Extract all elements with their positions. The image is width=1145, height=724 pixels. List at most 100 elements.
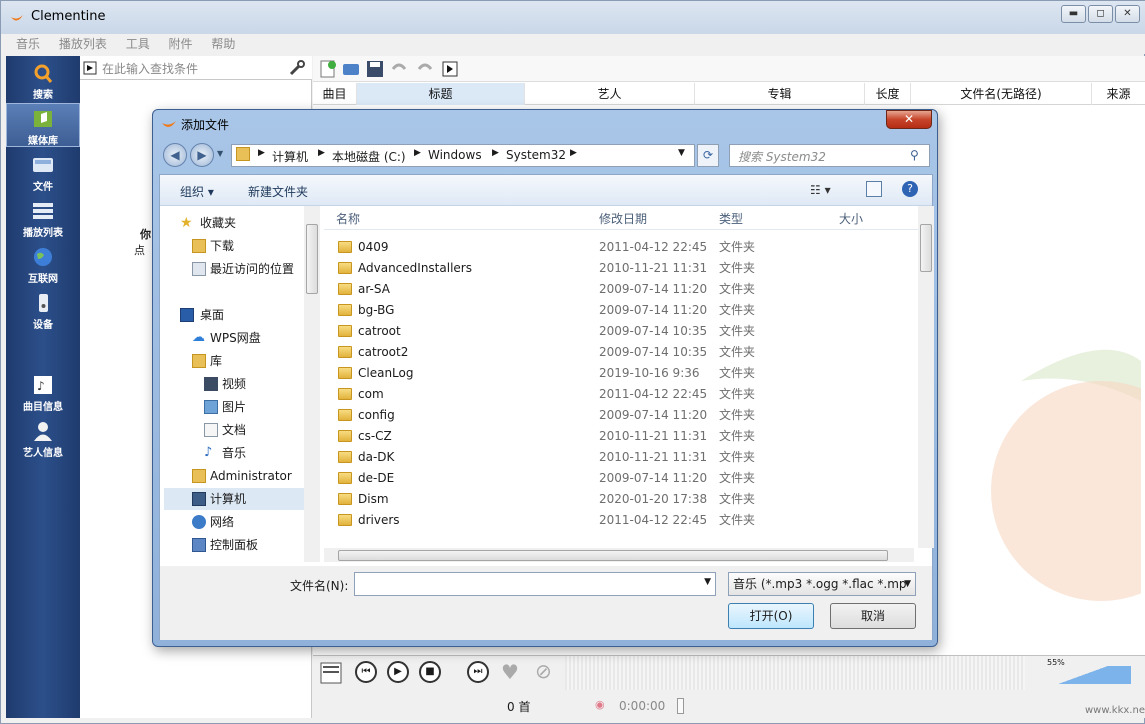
address-bar[interactable]: ▶ 计算机 ▶ 本地磁盘 (C:) ▶ Windows ▶ System32 ▶… <box>231 144 695 167</box>
sidebar-item-internet[interactable]: 互联网 <box>6 246 80 285</box>
volume-slider[interactable] <box>1035 666 1131 684</box>
file-list-scrollbar[interactable] <box>918 206 934 548</box>
file-row[interactable]: bg-BG 2009-07-14 11:20 文件夹 <box>324 300 918 321</box>
file-row[interactable]: Dism 2020-01-20 17:38 文件夹 <box>324 489 918 510</box>
love-icon[interactable]: ♥ <box>501 660 519 684</box>
sidebar-item-files[interactable]: 文件 <box>6 154 80 193</box>
stop-button[interactable]: ■ <box>419 661 441 683</box>
nav-label: 下载 <box>210 239 235 253</box>
new-playlist-icon[interactable] <box>318 59 338 79</box>
breadcrumb-system32[interactable]: System32 <box>506 148 566 162</box>
file-row[interactable]: catroot 2009-07-14 10:35 文件夹 <box>324 321 918 342</box>
sidebar-item-playlists[interactable]: 播放列表 <box>6 200 80 239</box>
column-album[interactable]: 专辑 <box>695 83 865 105</box>
clear-filter-icon[interactable] <box>441 59 461 79</box>
folder-icon <box>338 367 352 379</box>
menu-tools[interactable]: 工具 <box>126 34 150 54</box>
undo-icon[interactable] <box>389 59 409 79</box>
load-playlist-icon[interactable] <box>341 59 361 79</box>
nav-item-computer[interactable]: 计算机 <box>164 488 304 510</box>
column-type[interactable]: 类型 <box>719 210 743 227</box>
sidebar-item-devices[interactable]: 设备 <box>6 292 80 331</box>
nav-scroll-thumb[interactable] <box>306 224 318 294</box>
file-row[interactable]: catroot2 2009-07-14 10:35 文件夹 <box>324 342 918 363</box>
file-row[interactable]: drivers 2011-04-12 22:45 文件夹 <box>324 510 918 531</box>
previous-button[interactable]: ⏮ <box>355 661 377 683</box>
menu-music[interactable]: 音乐 <box>16 34 40 54</box>
breadcrumb-windows[interactable]: Windows <box>428 148 482 162</box>
recent-locations-chevron-icon[interactable]: ▼ <box>217 149 223 158</box>
help-icon[interactable]: ? <box>902 181 918 197</box>
horizontal-scroll-thumb[interactable] <box>338 550 888 561</box>
sidebar-item-search[interactable]: 搜索 <box>6 62 80 101</box>
tools-icon[interactable] <box>288 59 306 77</box>
sidebar-label: 播放列表 <box>23 228 63 239</box>
file-row[interactable]: da-DK 2010-11-21 11:31 文件夹 <box>324 447 918 468</box>
close-button[interactable]: ✕ <box>1115 5 1140 23</box>
sidebar-item-song-info[interactable]: ♪ 曲目信息 <box>6 374 80 413</box>
open-button[interactable]: 打开(O) <box>728 603 814 629</box>
column-source[interactable]: 来源 <box>1092 83 1145 105</box>
file-row[interactable]: CleanLog 2019-10-16 9:36 文件夹 <box>324 363 918 384</box>
svg-text:♪: ♪ <box>37 379 45 393</box>
file-list-scroll-thumb[interactable] <box>920 224 932 272</box>
file-row[interactable]: cs-CZ 2010-11-21 11:31 文件夹 <box>324 426 918 447</box>
lastfm-icon[interactable]: ◉ <box>595 698 605 711</box>
column-length[interactable]: 长度 <box>865 83 911 105</box>
ban-icon[interactable]: ⊘ <box>535 659 552 683</box>
sidebar-item-artist-info[interactable]: 艺人信息 <box>6 420 80 459</box>
file-type: 文件夹 <box>719 240 756 254</box>
refresh-button[interactable]: ⟳ <box>697 144 719 167</box>
play-button[interactable]: ▶ <box>387 661 409 683</box>
filename-dropdown-icon[interactable]: ▼ <box>704 577 711 587</box>
column-size[interactable]: 大小 <box>839 210 863 227</box>
file-row[interactable]: com 2011-04-12 22:45 文件夹 <box>324 384 918 405</box>
maximize-button[interactable]: ◻ <box>1088 5 1113 23</box>
column-name[interactable]: 名称 <box>336 210 360 227</box>
file-list-horizontal-scrollbar[interactable] <box>324 548 914 562</box>
file-row[interactable]: de-DE 2009-07-14 11:20 文件夹 <box>324 468 918 489</box>
minimize-button[interactable]: ▬ <box>1061 5 1086 23</box>
seek-slider[interactable] <box>677 698 684 714</box>
nav-scrollbar[interactable] <box>304 206 320 562</box>
playlist-toolbar <box>313 56 1145 82</box>
preview-pane-icon[interactable] <box>866 181 882 197</box>
breadcrumb-computer[interactable]: 计算机 <box>272 148 308 165</box>
previous-icon: ⏮ <box>361 666 371 677</box>
cancel-button[interactable]: 取消 <box>830 603 916 629</box>
view-options-icon[interactable]: ☷ ▾ <box>810 183 831 197</box>
forward-button[interactable]: ▶ <box>190 143 214 167</box>
menu-playlist[interactable]: 播放列表 <box>59 34 107 54</box>
address-dropdown-icon[interactable]: ▼ <box>678 148 685 158</box>
menu-help[interactable]: 帮助 <box>211 34 235 54</box>
filename-input[interactable]: ▼ <box>354 572 716 596</box>
playlist-menu-icon[interactable] <box>319 661 343 685</box>
library-search-input[interactable]: 在此输入查找条件 <box>102 60 198 77</box>
save-playlist-icon[interactable] <box>365 59 385 79</box>
column-artist[interactable]: 艺人 <box>525 83 695 105</box>
redo-icon[interactable] <box>415 59 435 79</box>
file-row[interactable]: ar-SA 2009-07-14 11:20 文件夹 <box>324 279 918 300</box>
clear-filter-icon[interactable] <box>83 61 97 75</box>
column-date-modified[interactable]: 修改日期 <box>599 210 647 227</box>
back-button[interactable]: ◀ <box>163 143 187 167</box>
next-button[interactable]: ⏭ <box>467 661 489 683</box>
dialog-close-button[interactable]: ✕ <box>886 110 932 129</box>
organize-button[interactable]: 组织 ▾ <box>180 183 214 200</box>
new-folder-button[interactable]: 新建文件夹 <box>248 183 308 200</box>
file-type-filter[interactable]: 音乐 (*.mp3 *.ogg *.flac *.mp ▼ <box>728 572 916 596</box>
column-filename[interactable]: 文件名(无路径) <box>911 83 1092 105</box>
sidebar-item-library[interactable]: 媒体库 <box>6 103 80 147</box>
file-row[interactable]: AdvancedInstallers 2010-11-21 11:31 文件夹 <box>324 258 918 279</box>
menu-extras[interactable]: 附件 <box>169 34 193 54</box>
folder-search-input[interactable]: 搜索 System32 ⚲ <box>729 144 930 167</box>
breadcrumb-local-disk[interactable]: 本地磁盘 (C:) <box>332 148 406 165</box>
file-row[interactable]: config 2009-07-14 11:20 文件夹 <box>324 405 918 426</box>
file-row[interactable]: 0409 2011-04-12 22:45 文件夹 <box>324 237 918 258</box>
file-list: 名称 修改日期 类型 大小 0409 2011-04-12 22:45 文件夹 Ad… <box>324 206 934 548</box>
file-name: 0409 <box>358 240 389 254</box>
column-track[interactable]: 曲目 <box>313 83 357 105</box>
clementine-logo-icon <box>162 121 176 128</box>
sidebar-label: 互联网 <box>28 274 58 285</box>
column-title[interactable]: 标题 <box>357 83 525 105</box>
